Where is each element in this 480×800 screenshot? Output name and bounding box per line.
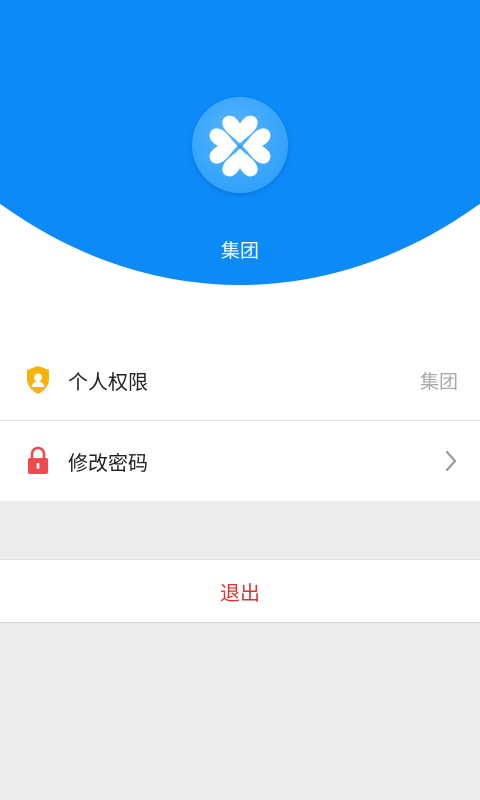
- menu-item-permissions[interactable]: 个人权限 集团: [0, 340, 480, 420]
- menu-item-value: 集团: [419, 370, 458, 393]
- menu-item-label: 个人权限: [68, 369, 148, 394]
- menu-item-change-password[interactable]: 修改密码: [0, 420, 480, 501]
- settings-menu: 个人权限 集团 修改密码: [0, 340, 480, 501]
- profile-screen: 集团 个人权限 集团 修改密码 退出: [0, 0, 480, 800]
- shield-user-icon: [24, 365, 52, 395]
- chevron-right-icon: [444, 450, 458, 472]
- profile-header: 集团: [0, 0, 480, 340]
- section-divider: [0, 501, 480, 559]
- logout-button[interactable]: 退出: [0, 559, 480, 623]
- clover-logo-icon: [192, 97, 288, 193]
- lock-icon: [24, 446, 52, 476]
- org-name: 集团: [220, 240, 259, 262]
- menu-item-label: 修改密码: [68, 450, 148, 475]
